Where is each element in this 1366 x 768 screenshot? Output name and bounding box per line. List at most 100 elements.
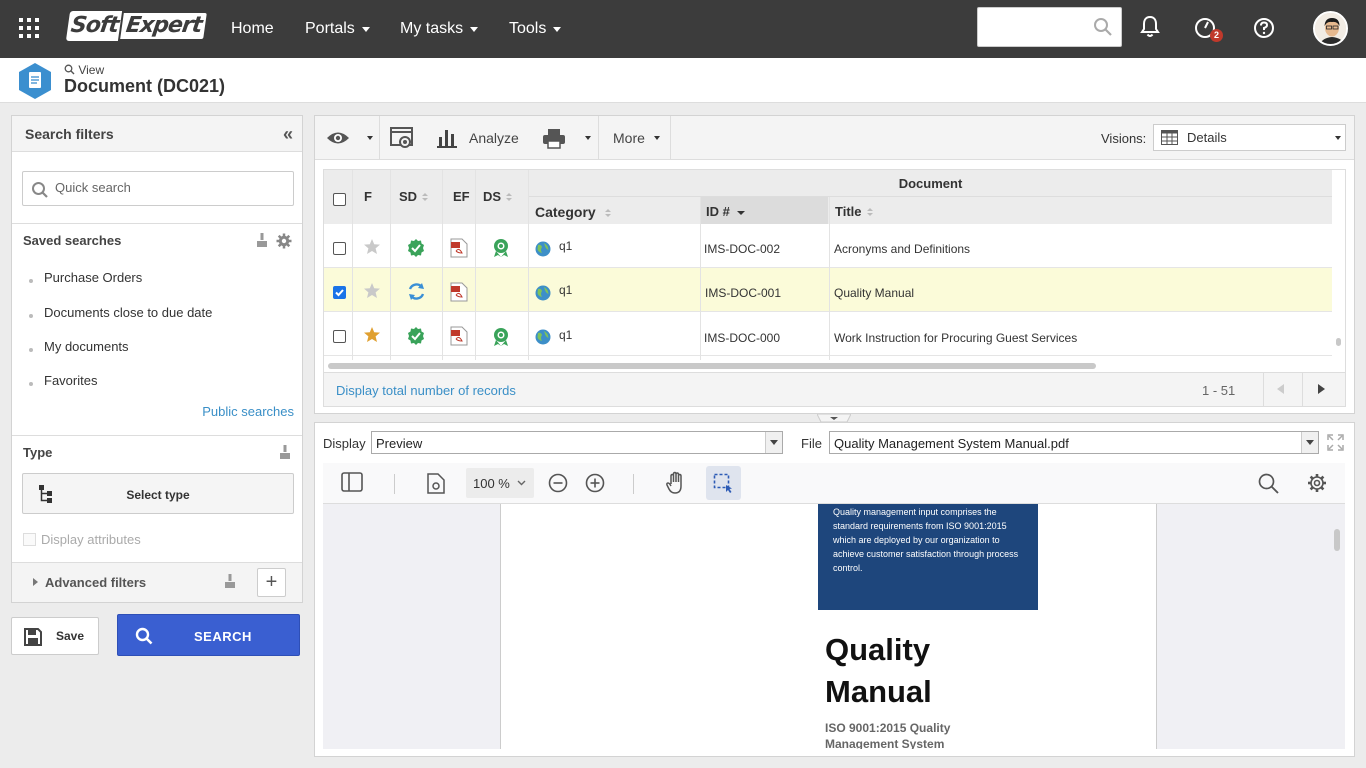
vertical-scrollbar[interactable]	[1336, 338, 1341, 346]
zoom-select[interactable]: 100 %	[466, 468, 534, 498]
search-button[interactable]: SEARCH	[117, 614, 300, 656]
broom-icon[interactable]	[256, 233, 268, 248]
saved-search-my-documents[interactable]: My documents	[44, 339, 129, 354]
saved-search-favorites[interactable]: Favorites	[44, 373, 97, 388]
nav-portals[interactable]: Portals	[305, 0, 370, 58]
saved-search-purchase-orders[interactable]: Purchase Orders	[44, 270, 142, 285]
column-header-f[interactable]: F	[364, 189, 372, 204]
digital-signature-ribbon-icon	[494, 239, 508, 257]
view-breadcrumb: View	[64, 63, 104, 77]
floppy-disk-icon	[24, 628, 42, 646]
magnifier-icon	[64, 64, 75, 75]
checkbox[interactable]	[23, 533, 36, 546]
advanced-filters-section[interactable]: Advanced filters +	[12, 562, 302, 602]
help-icon[interactable]	[1252, 14, 1278, 42]
chevron-down-icon[interactable]	[1301, 432, 1318, 453]
column-header-sd[interactable]: SD	[399, 189, 429, 204]
collapse-panel-icon[interactable]: «	[283, 124, 293, 145]
row-checkbox[interactable]	[333, 242, 346, 255]
sidebar-toggle-icon[interactable]	[341, 472, 363, 492]
hand-tool-icon[interactable]	[666, 471, 686, 495]
quick-search-field[interactable]	[22, 171, 294, 206]
star-icon[interactable]	[363, 238, 381, 255]
tasks-gauge-icon[interactable]: 2	[1193, 14, 1223, 42]
quick-search-input[interactable]	[55, 180, 285, 195]
view-window-icon[interactable]	[390, 127, 414, 149]
pdf-file-icon[interactable]	[450, 282, 468, 302]
visions-select[interactable]: Details	[1153, 124, 1346, 151]
pdf-file-icon[interactable]	[450, 326, 468, 346]
pdf-file-icon[interactable]	[450, 238, 468, 258]
nav-home[interactable]: Home	[231, 0, 274, 58]
bar-chart-icon	[437, 130, 457, 148]
add-filter-button[interactable]: +	[257, 568, 286, 597]
display-total-records-link[interactable]: Display total number of records	[336, 383, 516, 398]
display-attributes-checkbox[interactable]: Display attributes	[23, 532, 141, 547]
select-type-button[interactable]: Select type	[22, 473, 294, 514]
sort-icon	[422, 193, 429, 202]
column-header-ef[interactable]: EF	[453, 189, 470, 204]
broom-icon[interactable]	[279, 445, 291, 460]
gear-icon[interactable]	[276, 233, 292, 249]
row-checkbox[interactable]	[333, 330, 346, 343]
search-icon[interactable]	[1093, 17, 1113, 37]
pdf-vertical-scrollbar[interactable]	[1334, 529, 1340, 551]
document-properties-icon[interactable]	[427, 473, 445, 494]
eye-icon[interactable]	[326, 130, 350, 146]
zoom-in-icon[interactable]	[585, 473, 605, 493]
nav-tools[interactable]: Tools	[509, 0, 562, 58]
splitter-handle[interactable]	[817, 414, 851, 422]
horizontal-scrollbar[interactable]	[328, 363, 1096, 369]
fullscreen-icon[interactable]	[1327, 434, 1344, 451]
pdf-document-title: Quality Manual	[825, 629, 932, 713]
row-checkbox-checked[interactable]	[333, 286, 346, 299]
row-category: q1	[559, 328, 573, 342]
bullet	[29, 348, 33, 352]
next-page-button[interactable]	[1302, 373, 1338, 406]
global-search-input[interactable]	[977, 7, 1122, 47]
column-header-title[interactable]: Title	[835, 204, 874, 219]
pdf-viewer-toolbar: 100 %	[323, 463, 1345, 504]
zoom-out-icon[interactable]	[548, 473, 568, 493]
display-select[interactable]: Preview	[371, 431, 783, 454]
approved-badge-icon	[408, 327, 424, 345]
display-value: Preview	[376, 436, 423, 451]
chevron-down-icon[interactable]	[367, 136, 373, 140]
chevron-down-icon[interactable]	[654, 136, 660, 140]
chevron-down-icon[interactable]	[585, 136, 591, 140]
column-header-ds[interactable]: DS	[483, 189, 513, 204]
search-label: SEARCH	[194, 629, 252, 644]
saved-search-documents-close-to-due-date[interactable]: Documents close to due date	[44, 305, 212, 320]
divider	[598, 116, 599, 160]
star-icon[interactable]	[363, 326, 381, 343]
advanced-filters-label: Advanced filters	[45, 575, 147, 590]
select-all-checkbox[interactable]	[333, 193, 346, 206]
column-header-category[interactable]: Category	[535, 204, 612, 220]
more-menu[interactable]: More	[613, 130, 645, 146]
app-launcher-icon[interactable]	[19, 18, 39, 38]
nav-my-tasks[interactable]: My tasks	[400, 0, 479, 58]
gear-icon[interactable]	[1307, 473, 1327, 493]
bell-icon[interactable]	[1138, 14, 1164, 42]
file-select[interactable]: Quality Management System Manual.pdf	[829, 431, 1319, 454]
column-header-id[interactable]: ID #	[700, 197, 828, 224]
saved-searches-title: Saved searches	[23, 233, 122, 248]
star-icon[interactable]	[363, 282, 381, 299]
display-label: Display	[323, 436, 366, 451]
pdf-viewer[interactable]: Quality management input comprises the s…	[323, 504, 1345, 749]
chevron-down-icon[interactable]	[765, 432, 782, 453]
search-icon[interactable]	[1258, 473, 1279, 494]
divider	[829, 197, 830, 360]
bullet	[29, 314, 33, 318]
softexpert-logo[interactable]: Soft Expert	[65, 10, 210, 42]
save-button[interactable]: Save	[11, 617, 99, 655]
notification-badge: 2	[1210, 29, 1223, 42]
user-avatar[interactable]	[1313, 11, 1348, 46]
public-searches-link[interactable]: Public searches	[202, 404, 294, 419]
previous-page-button[interactable]	[1263, 373, 1299, 406]
pdf-title-line: Quality	[825, 632, 931, 667]
select-tool-button[interactable]	[706, 466, 741, 500]
printer-icon[interactable]	[542, 128, 566, 149]
broom-icon[interactable]	[224, 574, 236, 589]
analyze-button[interactable]: Analyze	[469, 130, 519, 146]
